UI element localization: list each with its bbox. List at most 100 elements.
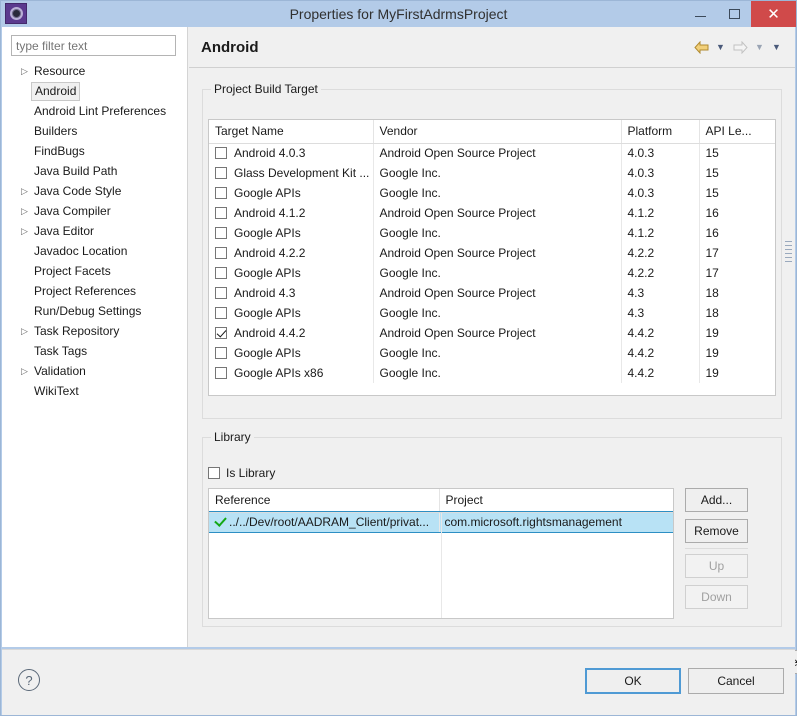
sidebar-item-javadoc-location[interactable]: Javadoc Location (2, 241, 188, 261)
table-row[interactable]: Android 4.4.2 Android Open Source Projec… (209, 323, 775, 343)
target-name-cell[interactable]: Android 4.0.3 (209, 143, 374, 163)
sidebar-item-project-references[interactable]: Project References (2, 281, 188, 301)
target-name-cell[interactable]: Android 4.2.2 (209, 243, 374, 263)
column-header-target-name[interactable]: Target Name (209, 120, 374, 144)
sidebar-item-android-lint-preferences[interactable]: Android Lint Preferences (2, 101, 188, 121)
remove-library-button[interactable]: Remove (685, 519, 748, 543)
table-row[interactable]: Google APIs Google Inc. 4.1.2 16 (209, 223, 775, 243)
sidebar-item-label: Java Build Path (34, 164, 118, 178)
chevron-right-icon[interactable]: ▷ (21, 221, 28, 241)
close-button[interactable]: ✕ (751, 1, 796, 27)
row-checkbox[interactable] (215, 167, 227, 179)
row-checkbox[interactable] (215, 147, 227, 160)
settings-tree: ▷ Resource Android Android Lint Preferen… (2, 61, 188, 401)
sidebar-item-run-debug-settings[interactable]: Run/Debug Settings (2, 301, 188, 321)
row-checkbox[interactable] (215, 227, 227, 239)
build-target-table[interactable]: Target Name Vendor Platform API Le... An… (208, 119, 776, 396)
table-row[interactable]: Glass Development Kit ... Google Inc. 4.… (209, 163, 775, 183)
cancel-button[interactable]: Cancel (688, 668, 784, 694)
is-library-checkbox-row[interactable]: Is Library (208, 466, 275, 480)
help-question-icon[interactable]: ? (18, 669, 40, 691)
platform-cell: 4.1.2 (621, 203, 700, 223)
sidebar-item-builders[interactable]: Builders (2, 121, 188, 141)
row-checkbox[interactable] (215, 307, 227, 319)
dialog-body: ▷ Resource Android Android Lint Preferen… (2, 27, 797, 674)
filter-input[interactable] (11, 35, 176, 56)
table-row[interactable]: Android 4.1.2 Android Open Source Projec… (209, 203, 775, 223)
library-references-table[interactable]: Reference Project ../../Dev/root/AADRAM_… (208, 488, 674, 619)
maximize-button[interactable] (717, 1, 751, 27)
sidebar-item-android[interactable]: Android (2, 81, 188, 101)
table-row[interactable]: Android 4.3 Android Open Source Project … (209, 283, 775, 303)
target-name-cell[interactable]: Android 4.4.2 (209, 323, 374, 343)
reference-cell[interactable]: ../../Dev/root/AADRAM_Client/privat... (209, 512, 440, 532)
target-name-cell[interactable]: Google APIs (209, 343, 374, 363)
sidebar-item-task-tags[interactable]: Task Tags (2, 341, 188, 361)
page-menu-chevron-down-icon[interactable]: ▼ (770, 38, 783, 56)
target-name-cell[interactable]: Glass Development Kit ... (209, 163, 374, 183)
column-header-project[interactable]: Project (439, 489, 673, 513)
vendor-cell: Google Inc. (373, 223, 622, 243)
row-checkbox[interactable] (215, 187, 227, 199)
target-name-cell[interactable]: Google APIs (209, 223, 374, 243)
sidebar-item-java-editor[interactable]: ▷ Java Editor (2, 221, 188, 241)
sidebar-item-findbugs[interactable]: FindBugs (2, 141, 188, 161)
title-bar: Properties for MyFirstAdrmsProject ✕ (1, 1, 796, 27)
vendor-cell: Google Inc. (373, 183, 622, 203)
sidebar-item-java-compiler[interactable]: ▷ Java Compiler (2, 201, 188, 221)
sidebar-item-label: Project Facets (34, 264, 111, 278)
table-row[interactable]: Android 4.0.3 Android Open Source Projec… (209, 143, 775, 163)
platform-cell: 4.1.2 (621, 223, 700, 243)
target-name-label: Google APIs (234, 306, 301, 320)
table-row[interactable]: Google APIs Google Inc. 4.0.3 15 (209, 183, 775, 203)
row-checkbox[interactable] (215, 207, 227, 219)
project-build-target-group: Project Build Target Target Name Vendor … (202, 82, 782, 419)
column-header-reference[interactable]: Reference (209, 489, 440, 513)
button-group-divider (685, 548, 748, 549)
row-checkbox[interactable] (215, 247, 227, 259)
target-name-cell[interactable]: Android 4.1.2 (209, 203, 374, 223)
sidebar-item-resource[interactable]: ▷ Resource (2, 61, 188, 81)
chevron-right-icon[interactable]: ▷ (21, 201, 28, 221)
chevron-right-icon[interactable]: ▷ (21, 61, 28, 81)
target-name-cell[interactable]: Google APIs (209, 303, 374, 323)
target-name-cell[interactable]: Google APIs (209, 183, 374, 203)
row-checkbox[interactable] (215, 367, 227, 379)
ok-button[interactable]: OK (585, 668, 681, 694)
row-checkbox[interactable] (215, 347, 227, 359)
forward-history-chevron-down-icon: ▼ (755, 42, 764, 52)
row-checkbox[interactable] (215, 327, 227, 339)
row-checkbox[interactable] (215, 287, 227, 299)
resize-grip[interactable] (785, 241, 792, 281)
is-library-checkbox[interactable] (208, 467, 220, 479)
target-name-cell[interactable]: Google APIs (209, 263, 374, 283)
chevron-right-icon[interactable]: ▷ (21, 181, 28, 201)
sidebar-item-validation[interactable]: ▷ Validation (2, 361, 188, 381)
column-header-vendor[interactable]: Vendor (373, 120, 622, 144)
back-history-chevron-down-icon[interactable]: ▼ (714, 38, 727, 56)
target-name-cell[interactable]: Android 4.3 (209, 283, 374, 303)
target-name-label: Google APIs x86 (234, 366, 324, 380)
table-row[interactable]: Google APIs Google Inc. 4.4.2 19 (209, 343, 775, 363)
chevron-right-icon[interactable]: ▷ (21, 361, 28, 381)
table-row[interactable]: Google APIs Google Inc. 4.2.2 17 (209, 263, 775, 283)
row-checkbox[interactable] (215, 267, 227, 279)
chevron-right-icon[interactable]: ▷ (21, 321, 28, 341)
sidebar-item-task-repository[interactable]: ▷ Task Repository (2, 321, 188, 341)
table-row[interactable]: Android 4.2.2 Android Open Source Projec… (209, 243, 775, 263)
target-name-label: Android 4.0.3 (234, 146, 306, 161)
column-header-platform[interactable]: Platform (621, 120, 700, 144)
sidebar-item-java-code-style[interactable]: ▷ Java Code Style (2, 181, 188, 201)
column-header-api-level[interactable]: API Le... (699, 120, 775, 144)
back-arrow-icon[interactable] (692, 38, 710, 56)
add-library-button[interactable]: Add... (685, 488, 748, 512)
table-row[interactable]: Google APIs Google Inc. 4.3 18 (209, 303, 775, 323)
table-row[interactable]: Google APIs x86 Google Inc. 4.4.2 19 (209, 363, 775, 383)
sidebar-item-project-facets[interactable]: Project Facets (2, 261, 188, 281)
target-name-label: Google APIs (234, 186, 301, 200)
sidebar-item-java-build-path[interactable]: Java Build Path (2, 161, 188, 181)
target-name-cell[interactable]: Google APIs x86 (209, 363, 374, 383)
sidebar-item-wikitext[interactable]: WikiText (2, 381, 188, 401)
forward-arrow-icon (731, 38, 749, 56)
minimize-button[interactable] (683, 1, 717, 27)
